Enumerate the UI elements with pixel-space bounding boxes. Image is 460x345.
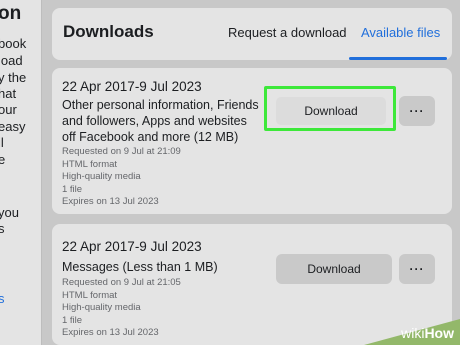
file-requested: Requested on 9 Jul at 21:09 xyxy=(62,146,181,157)
active-tab-indicator xyxy=(349,57,447,60)
sidebar-text-line: load xyxy=(0,53,23,68)
file-format: HTML format xyxy=(62,289,118,301)
sidebar-text-line: y the xyxy=(0,70,27,85)
sidebar-text-line: our xyxy=(0,102,17,117)
wikihow-watermark: wikiHow xyxy=(364,319,460,345)
sidebar-title-fragment: on xyxy=(0,3,22,24)
file-date-range: 22 Apr 2017-9 Jul 2023 xyxy=(62,239,202,254)
watermark-suffix: How xyxy=(424,325,454,341)
file-quality: High-quality media xyxy=(62,171,141,182)
watermark-prefix: wiki xyxy=(401,325,425,341)
file-description: Messages (Less than 1 MB) xyxy=(62,260,218,274)
sidebar-text-line: il xyxy=(0,135,4,150)
downloads-header: Downloads Request a download Available f… xyxy=(52,8,452,60)
file-expires: Expires on 13 Jul 2023 xyxy=(62,196,159,207)
tab-available-files[interactable]: Available files xyxy=(361,25,440,40)
sidebar-text-line: s xyxy=(0,221,5,237)
sidebar-link-fragment[interactable]: s xyxy=(0,291,5,307)
downloads-panel: Downloads Request a download Available f… xyxy=(52,0,452,345)
file-expires: Expires on 13 Jul 2023 xyxy=(62,327,159,338)
watermark-text: wikiHow xyxy=(401,325,454,341)
file-description: Other personal information, Friends and … xyxy=(62,98,259,144)
sidebar-text-line: you xyxy=(0,205,19,220)
sidebar-text-line: book xyxy=(0,36,27,51)
download-button[interactable]: Download xyxy=(276,254,392,284)
sidebar-text-line: easy xyxy=(0,119,26,134)
file-requested: Requested on 9 Jul at 21:05 xyxy=(62,277,181,288)
tab-request-download[interactable]: Request a download xyxy=(228,25,347,40)
file-format: HTML format xyxy=(62,158,118,170)
more-options-button[interactable]: ··· xyxy=(399,96,435,126)
sidebar-text-line: hat xyxy=(0,86,17,101)
page-title: Downloads xyxy=(63,22,154,41)
file-date-range: 22 Apr 2017-9 Jul 2023 xyxy=(62,79,202,94)
download-highlight: Download xyxy=(264,86,396,131)
file-count: 1 file xyxy=(62,314,83,326)
sidebar: on book load y the hat our easy il e you… xyxy=(0,0,42,345)
sidebar-text-line: e xyxy=(0,152,5,168)
file-count: 1 file xyxy=(62,183,83,195)
download-button[interactable]: Download xyxy=(276,97,386,125)
file-quality: High-quality media xyxy=(62,302,141,313)
more-options-button[interactable]: ··· xyxy=(399,254,435,284)
